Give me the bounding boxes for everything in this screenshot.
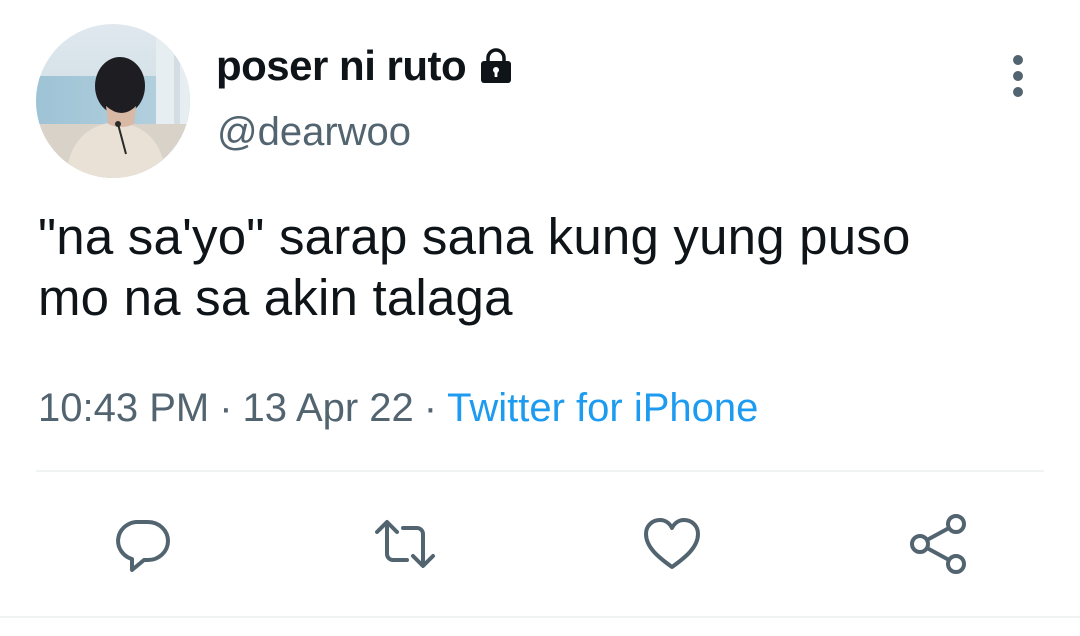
comment-icon	[116, 520, 170, 572]
tweet-text-line: mo na sa akin talaga	[38, 269, 513, 326]
display-name[interactable]: poser ni ruto	[216, 42, 467, 90]
heart-icon	[644, 518, 700, 569]
retweet-button[interactable]	[373, 512, 437, 576]
user-handle[interactable]: @dearwoo	[217, 110, 411, 155]
tweet-text: "na sa'yo" sarap sana kung yung puso mo …	[38, 206, 1048, 328]
retweet-icon	[375, 520, 435, 568]
bottom-divider	[0, 616, 1080, 618]
avatar-image	[36, 24, 190, 178]
tweet-text-line: "na sa'yo" sarap sana kung yung puso	[38, 208, 911, 265]
share-button[interactable]	[906, 512, 970, 576]
tweet-date[interactable]: 13 Apr 22	[243, 386, 414, 430]
display-name-row: poser ni ruto	[216, 40, 516, 92]
tweet-source-link[interactable]: Twitter for iPhone	[447, 386, 758, 430]
reply-button[interactable]	[110, 512, 174, 576]
meta-separator: ·	[219, 386, 233, 430]
divider	[36, 470, 1044, 472]
tweet-card: poser ni ruto @dearwoo "na sa'yo" sarap …	[0, 0, 1080, 636]
avatar[interactable]	[36, 24, 190, 178]
share-icon	[910, 514, 966, 574]
more-options-button[interactable]	[996, 52, 1040, 100]
meta-separator: ·	[423, 386, 438, 430]
more-vertical-icon	[1013, 55, 1023, 97]
tweet-meta: 10:43 PM · 13 Apr 22 · Twitter for iPhone	[38, 386, 758, 431]
lock-icon	[476, 46, 516, 86]
like-button[interactable]	[640, 512, 704, 576]
tweet-time[interactable]: 10:43 PM	[38, 386, 209, 430]
